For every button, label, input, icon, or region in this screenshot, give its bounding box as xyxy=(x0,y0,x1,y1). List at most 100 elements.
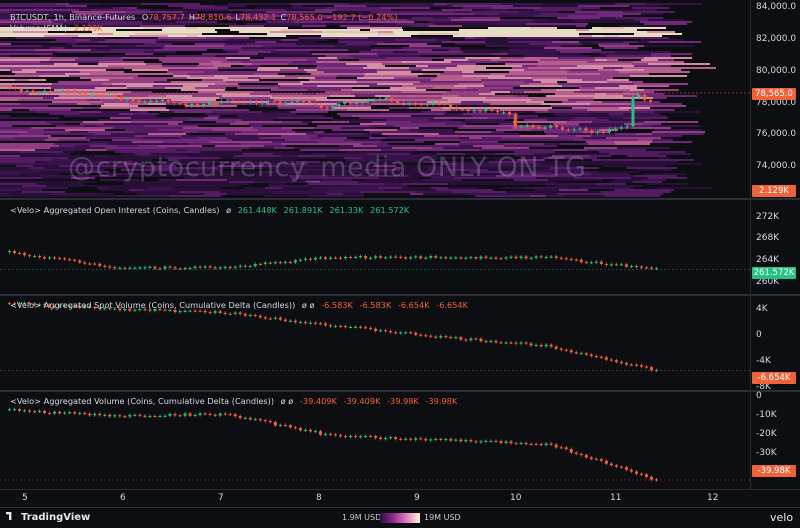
heat-band xyxy=(644,173,686,175)
heat-band xyxy=(12,71,36,73)
heat-band xyxy=(609,115,640,117)
heat-band xyxy=(316,99,356,101)
heat-band xyxy=(278,107,334,109)
spot-cvd-candle xyxy=(634,364,638,366)
heat-band xyxy=(0,87,51,89)
heat-band xyxy=(307,89,341,91)
heat-band xyxy=(431,187,448,189)
volume-cvd-candle xyxy=(63,412,67,414)
tradingview-logo[interactable]: TradingView xyxy=(6,512,90,523)
heat-band xyxy=(179,191,220,193)
spot-cvd-legend: <Velo> Aggregated Spot Volume (Coins, Cu… xyxy=(10,300,468,310)
spot-cvd-candle xyxy=(584,353,588,355)
heat-band xyxy=(0,99,18,101)
oi-candle xyxy=(439,257,443,259)
heat-band xyxy=(462,71,474,73)
heat-band xyxy=(316,67,363,69)
heat-band xyxy=(215,55,270,57)
oi-candle xyxy=(293,260,297,263)
heat-band xyxy=(130,109,169,111)
volume-cvd-candle xyxy=(143,415,147,417)
heat-band xyxy=(181,101,231,103)
spot-cvd-candle xyxy=(624,363,628,365)
heat-band xyxy=(204,117,218,119)
heat-band xyxy=(148,187,174,189)
heat-band xyxy=(558,57,594,59)
volume-cvd-candle xyxy=(148,415,152,417)
heat-band xyxy=(643,123,661,125)
heat-band xyxy=(337,113,387,115)
volume-cvd-candle xyxy=(619,466,623,468)
heat-band xyxy=(270,55,326,57)
heat-band xyxy=(655,45,694,47)
heat-band xyxy=(382,63,425,65)
heat-band xyxy=(0,95,59,97)
oi-value: 261.448K xyxy=(237,205,277,215)
heat-band xyxy=(0,61,40,63)
spot-cvd-candle xyxy=(293,320,297,323)
volume-cvd-pane[interactable] xyxy=(0,392,750,490)
oi-candle xyxy=(98,263,102,266)
spot-cvd-candle xyxy=(248,315,252,317)
heat-band xyxy=(543,193,557,195)
heat-band xyxy=(202,183,252,185)
heat-band xyxy=(113,127,169,129)
heat-band xyxy=(455,131,491,133)
heat-band xyxy=(263,85,280,87)
volume-cvd-candle xyxy=(223,413,227,415)
heat-band xyxy=(621,83,634,85)
heat-band xyxy=(481,149,503,151)
spot-cvd-pane[interactable] xyxy=(0,296,750,390)
heat-band xyxy=(508,53,556,55)
heat-band xyxy=(42,45,72,47)
heat-band xyxy=(338,39,373,41)
heat-band xyxy=(281,135,317,137)
price-candle xyxy=(131,98,135,101)
heat-band xyxy=(370,29,403,31)
heat-band xyxy=(634,83,688,85)
volume-cvd-candle xyxy=(218,413,222,416)
heat-band xyxy=(98,41,156,43)
heat-band xyxy=(417,15,464,17)
heat-band xyxy=(144,147,167,149)
time-tick: 7 xyxy=(218,493,224,503)
price-candle xyxy=(237,101,241,103)
heat-band xyxy=(79,127,98,129)
heat-band xyxy=(607,79,629,81)
oi-candle xyxy=(484,256,488,258)
heat-band xyxy=(292,61,316,63)
heat-band xyxy=(402,61,451,63)
heat-band xyxy=(318,141,360,143)
heat-band xyxy=(524,69,569,71)
heat-band xyxy=(264,57,302,59)
heat-band xyxy=(326,55,350,57)
heat-band xyxy=(589,29,637,31)
volume-cvd-candle xyxy=(454,439,458,441)
heat-band xyxy=(389,107,409,109)
heat-band xyxy=(235,133,258,135)
heat-band xyxy=(51,193,73,195)
heat-band xyxy=(0,69,10,71)
heat-band xyxy=(616,19,634,21)
heat-band xyxy=(173,75,190,77)
heat-band xyxy=(341,53,377,55)
heat-band xyxy=(513,121,566,123)
heat-band xyxy=(16,165,33,167)
heat-band xyxy=(541,3,583,5)
heat-band xyxy=(532,77,567,79)
price-candle xyxy=(225,100,229,102)
heat-band xyxy=(34,111,79,113)
heat-band xyxy=(116,195,169,197)
heat-band xyxy=(168,69,218,71)
heat-band xyxy=(228,3,247,5)
heat-band xyxy=(194,147,218,149)
oi-candle xyxy=(318,257,322,259)
oi-tag: 261.572K xyxy=(752,267,796,279)
oi-candle xyxy=(233,266,237,268)
heat-band xyxy=(421,95,459,97)
heat-band xyxy=(394,125,436,127)
heat-band xyxy=(402,85,454,87)
heat-band xyxy=(447,3,501,5)
heat-band xyxy=(566,121,592,123)
heat-band xyxy=(640,159,694,161)
